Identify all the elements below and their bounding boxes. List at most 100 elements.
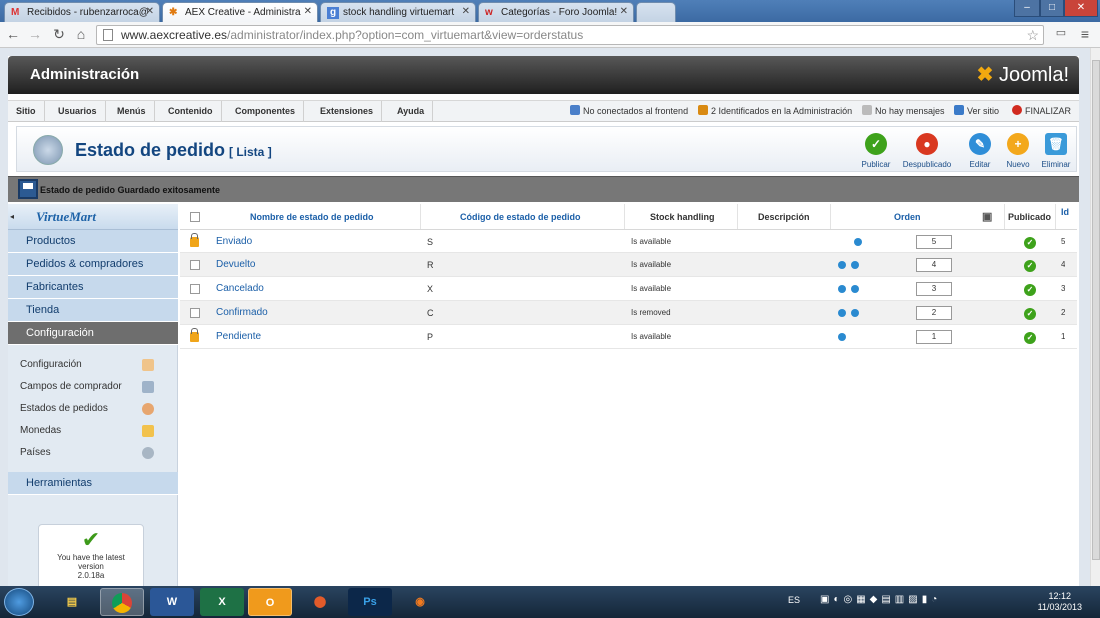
order-input[interactable]: 5 [916,235,952,249]
move-down-icon[interactable] [851,284,859,293]
tab-gmail[interactable]: M Recibidos - rubenzarroca@ ✕ [4,2,160,22]
close-tab-icon[interactable]: ✕ [304,6,312,17]
chrome-icon[interactable] [100,588,144,616]
sidebar-configuracion[interactable]: Configuración [8,322,178,345]
header-id[interactable]: Id [1061,204,1069,229]
sidebar-sub-monedas[interactable]: Monedas [20,420,160,442]
filezilla-icon[interactable]: ⬤ [298,588,342,616]
menu-usuarios[interactable]: Usuarios [50,101,106,122]
sidebar-collapse-icon[interactable]: ◂ [10,212,14,221]
close-tab-icon[interactable]: ✕ [146,6,154,17]
sidebar-herramientas[interactable]: Herramientas [8,472,178,495]
save-order-icon[interactable]: ▣ [982,204,992,229]
user-fields-icon [142,381,154,393]
move-up-icon[interactable] [838,260,846,269]
new-label: Nuevo [1006,160,1030,169]
bookmark-star-icon[interactable]: ☆ [1026,26,1039,44]
reload-icon[interactable]: ↻ [50,26,68,43]
unpublish-button[interactable]: ● Despublicado [897,133,957,169]
chrome-menu-icon[interactable]: ≡ [1076,26,1094,42]
column-divider [737,204,738,229]
menu-componentes[interactable]: Componentes [227,101,305,122]
order-input[interactable]: 3 [916,282,952,296]
maximize-window-button[interactable]: □ [1040,0,1064,17]
published-check-icon: ✓ [1024,331,1036,344]
tab-google-search[interactable]: g stock handling virtuemart ✕ [320,2,476,22]
order-status-table: Nombre de estado de pedido Código de est… [180,204,1077,349]
status-name-link[interactable]: Cancelado [216,277,264,300]
start-button[interactable] [4,588,34,616]
menu-extensiones[interactable]: Extensiones [312,101,383,122]
tray-icons[interactable]: ▣◐◎▦◆▤▥▨▮◔ [820,594,941,605]
row-checkbox[interactable] [190,301,200,324]
published-toggle[interactable]: ✓ [1024,253,1036,276]
home-icon[interactable]: ⌂ [72,26,90,42]
sidebar-sub-paises[interactable]: Países [20,442,160,464]
status-name-link[interactable]: Devuelto [216,253,255,276]
row-checkbox[interactable] [190,253,200,276]
view-site-link[interactable]: Ver sitio [954,101,999,122]
close-window-button[interactable]: ✕ [1064,0,1098,17]
forward-icon[interactable]: → [26,26,44,42]
menu-ayuda[interactable]: Ayuda [389,101,434,122]
move-down-icon[interactable] [851,260,859,269]
page-scrollbar[interactable] [1090,48,1100,586]
status-name-link[interactable]: Enviado [216,230,252,252]
tab-foro-joomla[interactable]: w Categorías - Foro Joomla! ✕ [478,2,634,22]
move-down-icon[interactable] [851,308,859,317]
menu-contenido[interactable]: Contenido [160,101,222,122]
row-checkbox[interactable] [190,277,200,300]
address-bar[interactable]: www.aexcreative.es/administrator/index.p… [96,25,1044,45]
sidebar-sub-campos-comprador[interactable]: Campos de comprador [20,376,160,398]
sidebar-sub-estados-pedidos[interactable]: Estados de pedidos [20,398,160,420]
published-toggle[interactable]: ✓ [1024,230,1036,252]
stock-handling: Is available [631,284,672,293]
sidebar-fabricantes[interactable]: Fabricantes [8,276,178,299]
published-toggle[interactable]: ✓ [1024,325,1036,348]
extension-icon[interactable]: ▭ [1052,26,1070,39]
header-code[interactable]: Código de estado de pedido [460,204,581,229]
delete-button[interactable]: 🗑 Eliminar [1033,133,1079,169]
photoshop-icon[interactable]: Ps [348,588,392,616]
sidebar-pedidos-compradores[interactable]: Pedidos & compradores [8,253,178,276]
header-order[interactable]: Orden [894,204,921,229]
status-name-link[interactable]: Confirmado [216,301,268,324]
clock[interactable]: 12:12 11/03/2013 [1038,591,1082,613]
status-name-link[interactable]: Pendiente [216,325,261,348]
firefox-icon[interactable]: ◉ [398,588,442,616]
published-toggle[interactable]: ✓ [1024,301,1036,324]
order-input[interactable]: 1 [916,330,952,344]
menu-menus[interactable]: Menús [109,101,155,122]
move-up-icon[interactable] [838,284,846,293]
order-input[interactable]: 4 [916,258,952,272]
move-up-icon[interactable] [838,332,846,341]
order-input[interactable]: 2 [916,306,952,320]
header-published: Publicado [1008,212,1052,222]
sidebar-productos[interactable]: Productos [8,230,178,253]
move-up-icon[interactable] [838,308,846,317]
select-all-checkbox[interactable] [190,204,200,229]
menu-sitio[interactable]: Sitio [8,101,45,122]
publish-button[interactable]: ✓ Publicar [853,133,899,169]
tab-aex-creative[interactable]: ✱ AEX Creative - Administra ✕ [162,2,318,22]
messages-status[interactable]: No hay mensajes [862,101,945,122]
word-icon[interactable]: W [150,588,194,616]
language-indicator[interactable]: ES [788,595,800,605]
excel-icon[interactable]: X [200,588,244,616]
table-header: Nombre de estado de pedido Código de est… [180,204,1077,230]
sidebar-sub-configuracion[interactable]: Configuración [20,354,160,376]
close-tab-icon[interactable]: ✕ [462,6,470,17]
scrollbar-thumb[interactable] [1092,60,1100,560]
explorer-icon[interactable]: ▤ [50,588,94,616]
new-tab-button[interactable] [636,2,676,22]
logout-link[interactable]: FINALIZAR [1012,101,1071,122]
header-name[interactable]: Nombre de estado de pedido [250,204,374,229]
close-tab-icon[interactable]: ✕ [620,6,628,17]
outlook-icon[interactable]: O [248,588,292,616]
move-down-icon[interactable] [854,237,862,246]
minimize-window-button[interactable]: – [1014,0,1040,17]
sidebar-tienda[interactable]: Tienda [8,299,178,322]
back-icon[interactable]: ← [4,26,22,42]
published-toggle[interactable]: ✓ [1024,277,1036,300]
admin-header: Administración ✖ Joomla! [8,56,1079,94]
